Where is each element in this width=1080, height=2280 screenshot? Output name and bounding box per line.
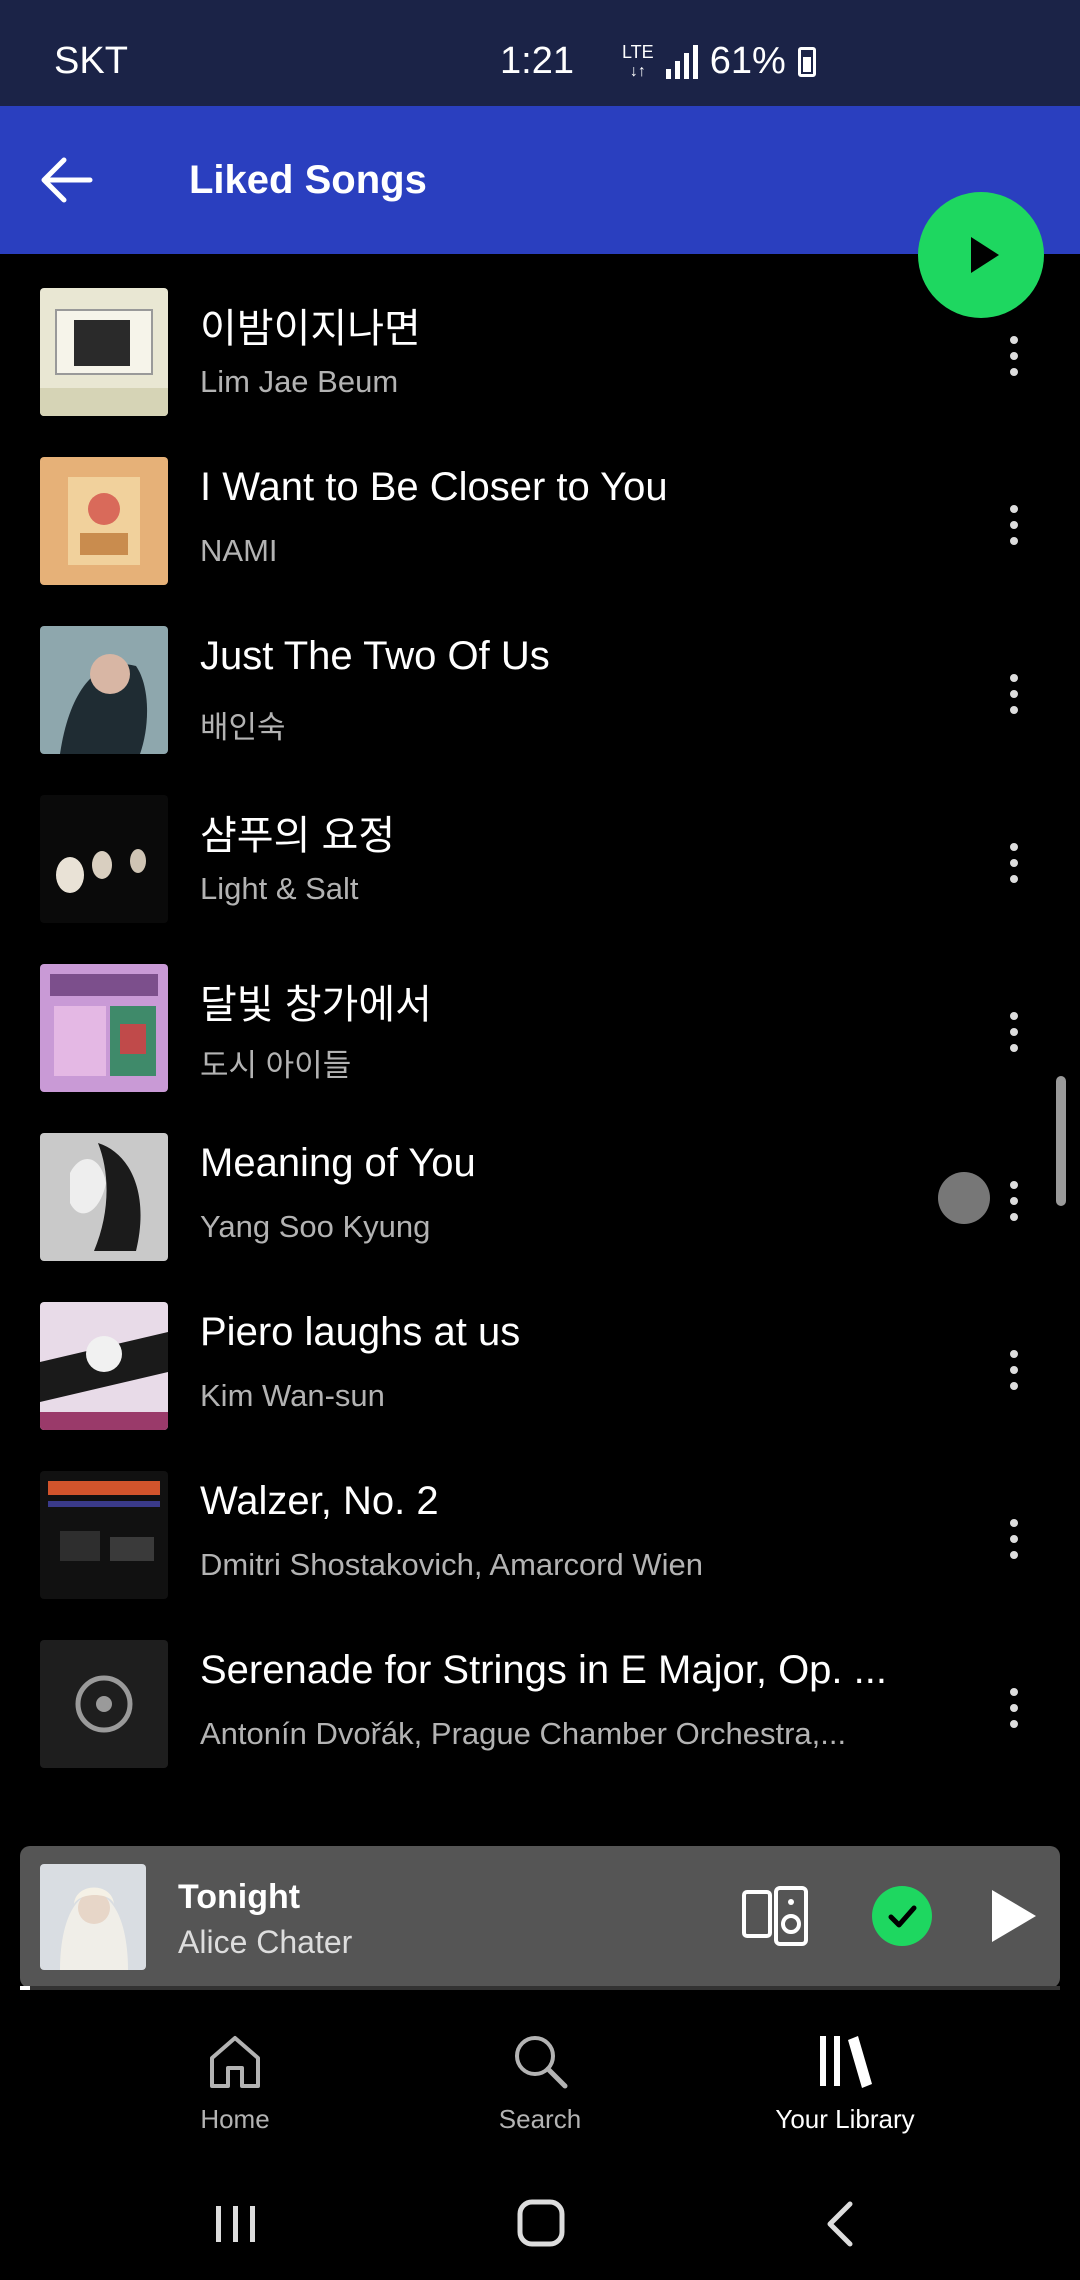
back-button[interactable]: [28, 140, 108, 220]
home-square-icon: [517, 2199, 565, 2247]
nav-home-label: Home: [200, 2104, 270, 2134]
track-artist: Dmitri Shostakovich, Amarcord Wien: [200, 1547, 704, 1582]
track-row[interactable]: 이밤이지나면 Lim Jae Beum: [0, 270, 1080, 438]
clock: 1:21: [500, 40, 574, 82]
battery-percent: 61%: [709, 40, 786, 82]
carrier-label: SKT: [54, 40, 128, 82]
status-bar: SKT 1:21 LTE ↓↑ 61%: [0, 0, 1080, 106]
track-title: 샴푸의 요정: [200, 814, 396, 858]
status-indicators: LTE ↓↑ 61%: [622, 40, 816, 83]
track-artist: Antonín Dvořák, Prague Chamber Orchestra…: [200, 1716, 847, 1751]
track-title: I Want to Be Closer to You: [200, 465, 668, 509]
track-title: Walzer, No. 2: [200, 1479, 439, 1523]
play-button[interactable]: [918, 192, 1044, 318]
track-row[interactable]: Piero laughs at us Kim Wan-sun: [0, 1284, 1080, 1452]
library-icon: [820, 2036, 872, 2088]
lte-icon: LTE ↓↑: [622, 41, 654, 80]
battery-icon: [797, 46, 816, 77]
nav-search[interactable]: Search: [430, 2028, 650, 2135]
touch-indicator: [938, 1172, 990, 1224]
nav-library-label: Your Library: [775, 2104, 915, 2134]
track-artist: Light & Salt: [200, 871, 359, 906]
chevron-left-icon: [827, 2201, 853, 2247]
liked-check-icon[interactable]: [872, 1886, 932, 1946]
now-playing-cover: [40, 1864, 146, 1970]
playback-progress-fill: [20, 1986, 31, 1990]
track-row[interactable]: 샴푸의 요정 Light & Salt: [0, 777, 1080, 945]
album-cover: [40, 288, 168, 416]
album-cover: [40, 1640, 168, 1768]
system-navigation-bar: [0, 2160, 1080, 2280]
page-title: Liked Songs: [189, 158, 427, 202]
nav-home[interactable]: Home: [125, 2028, 345, 2135]
album-cover: [40, 457, 168, 585]
track-title: 이밤이지나면: [200, 307, 421, 351]
mini-play-icon[interactable]: [982, 1884, 1042, 1948]
play-icon: [971, 237, 999, 273]
now-playing-artist: Alice Chater: [178, 1924, 353, 1960]
network-label: LTE: [622, 41, 654, 62]
track-artist: Yang Soo Kyung: [200, 1209, 431, 1244]
track-row[interactable]: Walzer, No. 2 Dmitri Shostakovich, Amarc…: [0, 1453, 1080, 1621]
track-row[interactable]: Serenade for Strings in E Major, Op. ...…: [0, 1622, 1080, 1790]
track-artist: 배인숙: [200, 710, 286, 745]
bottom-nav: Home Search Your Library: [0, 2000, 1080, 2160]
home-system-button[interactable]: [510, 2196, 570, 2252]
connect-device-icon[interactable]: [742, 1886, 808, 1946]
recent-apps-icon: [216, 2206, 255, 2242]
track-artist: Kim Wan-sun: [200, 1378, 385, 1413]
track-row[interactable]: Just The Two Of Us 배인숙: [0, 608, 1080, 776]
album-cover: [40, 1133, 168, 1261]
scrollbar-thumb[interactable]: [1056, 1076, 1066, 1206]
nav-library[interactable]: Your Library: [735, 2028, 955, 2135]
signal-icon: [665, 44, 698, 79]
nav-search-label: Search: [498, 2104, 582, 2134]
track-artist: NAMI: [200, 533, 278, 568]
track-artist: Lim Jae Beum: [200, 364, 399, 399]
album-cover: [40, 1302, 168, 1430]
search-icon: [515, 2036, 568, 2089]
recent-apps-button[interactable]: [206, 2196, 266, 2252]
track-title: Just The Two Of Us: [200, 634, 550, 678]
playback-progress: [20, 1986, 1060, 1990]
more-options-icon[interactable]: [996, 485, 1032, 565]
track-title: Piero laughs at us: [200, 1310, 521, 1354]
more-options-icon[interactable]: [996, 654, 1032, 734]
app-header: Liked Songs: [0, 106, 1080, 254]
track-artist: 도시 아이들: [200, 1048, 352, 1083]
album-cover: [40, 626, 168, 754]
more-options-icon[interactable]: [996, 992, 1032, 1072]
track-row[interactable]: I Want to Be Closer to You NAMI: [0, 439, 1080, 607]
mini-player[interactable]: Tonight Alice Chater: [20, 1846, 1060, 1988]
track-title: Serenade for Strings in E Major, Op. ...: [200, 1648, 887, 1692]
track-row[interactable]: Meaning of You Yang Soo Kyung: [0, 1115, 1080, 1283]
arrow-back-icon: [41, 157, 93, 203]
more-options-icon[interactable]: [996, 823, 1032, 903]
track-row[interactable]: 달빛 창가에서 도시 아이들: [0, 946, 1080, 1114]
more-options-icon[interactable]: [996, 1330, 1032, 1410]
more-options-icon[interactable]: [996, 1499, 1032, 1579]
more-options-icon[interactable]: [996, 1161, 1032, 1241]
more-options-icon[interactable]: [996, 1668, 1032, 1748]
more-options-icon[interactable]: [996, 316, 1032, 396]
home-icon: [210, 2036, 260, 2088]
track-title: 달빛 창가에서: [200, 983, 432, 1027]
album-cover: [40, 964, 168, 1092]
back-system-button[interactable]: [812, 2196, 872, 2252]
album-cover: [40, 1471, 168, 1599]
track-title: Meaning of You: [200, 1141, 476, 1185]
now-playing-title: Tonight: [178, 1878, 301, 1916]
album-cover: [40, 795, 168, 923]
